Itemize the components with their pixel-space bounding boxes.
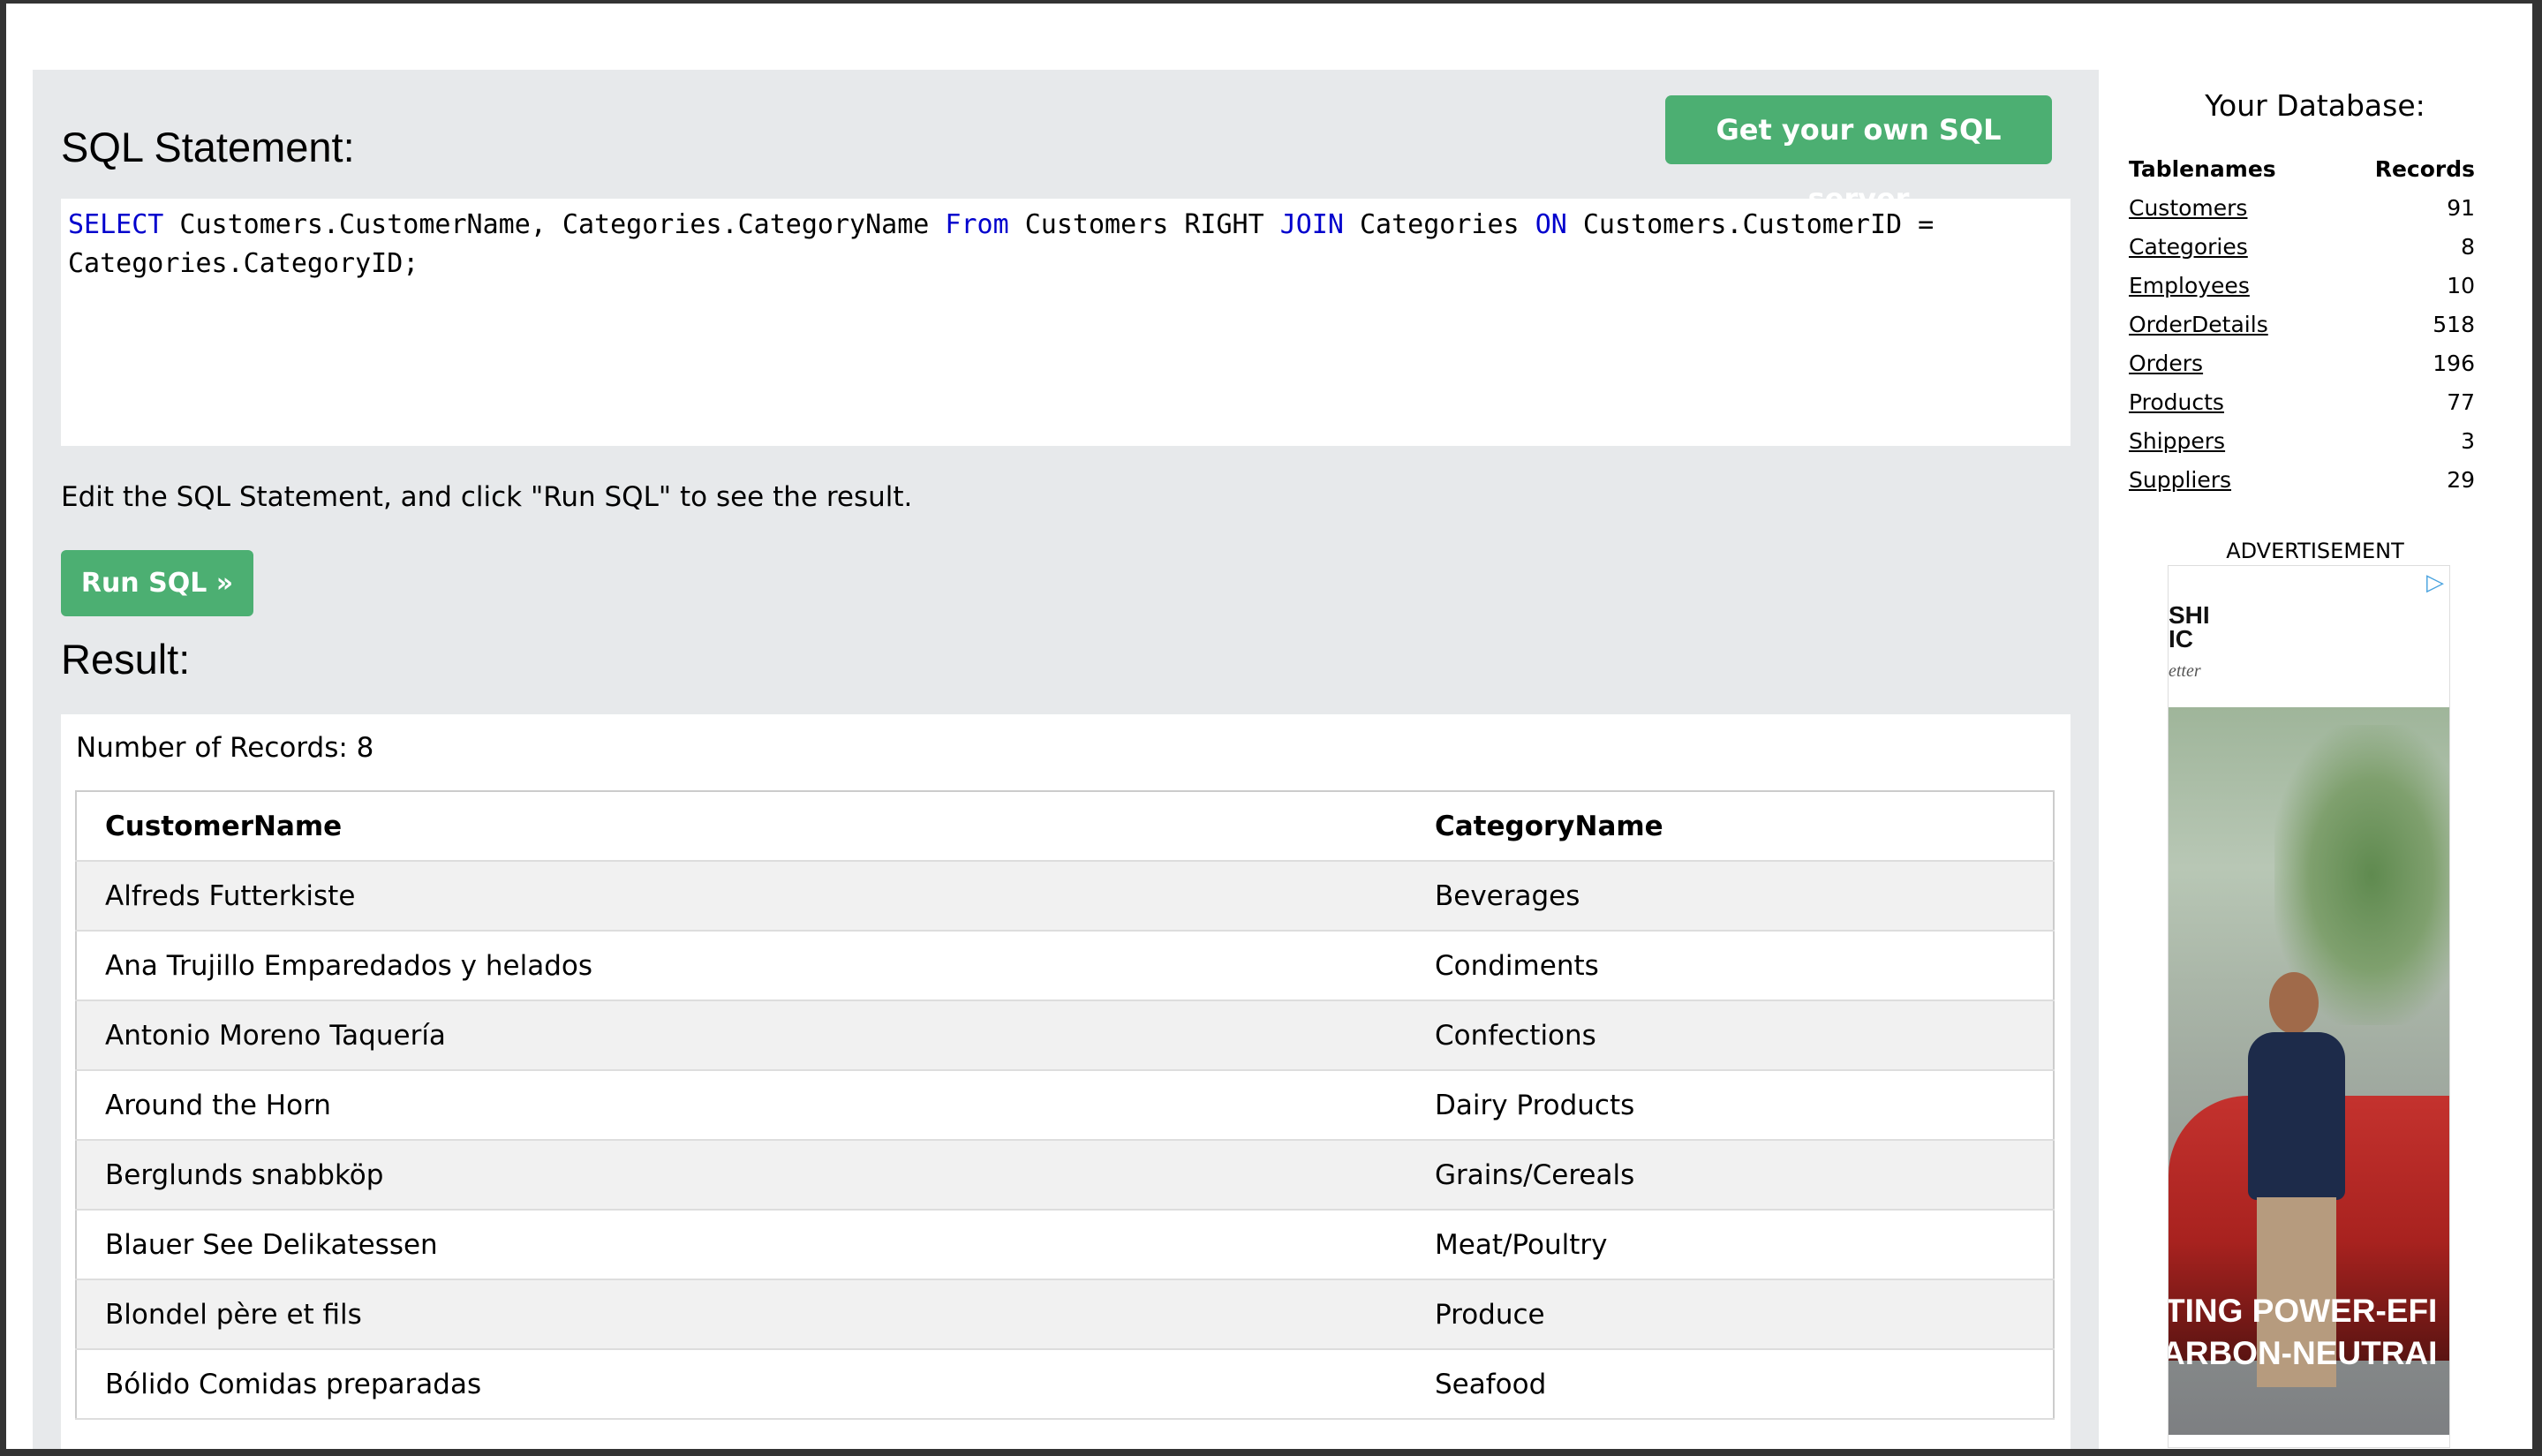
db-record-count: 77 — [2447, 389, 2475, 415]
column-header: CustomerName — [76, 791, 1407, 862]
run-sql-button[interactable]: Run SQL » — [61, 550, 253, 616]
db-table-row: Products 77 — [2129, 382, 2475, 421]
table-row: Alfreds Futterkiste Beverages — [76, 861, 2054, 932]
database-title: Your Database: — [2205, 88, 2425, 123]
get-sql-server-button[interactable]: Get your own SQL server — [1665, 95, 2052, 215]
table-cell: Condiments — [1407, 931, 2054, 1001]
table-cell: Around the Horn — [76, 1070, 1407, 1141]
advertisement-banner[interactable]: ▷ SHI IC etter TING POWER-EFI ARBON-NEUT… — [2168, 565, 2450, 1448]
database-tables-list: Tablenames Records Customers 91 Categorie… — [2129, 149, 2475, 499]
table-cell: Grains/Cereals — [1407, 1140, 2054, 1211]
records-header: Records — [2374, 155, 2475, 182]
db-record-count: 3 — [2461, 427, 2475, 454]
database-sidebar: Your Database: Tablenames Records Custom… — [2108, 4, 2523, 1449]
db-record-count: 8 — [2461, 233, 2475, 260]
db-table-row: OrderDetails 518 — [2129, 305, 2475, 343]
table-row: Blondel père et fils Produce — [76, 1279, 2054, 1350]
db-table-row: Categories 8 — [2129, 227, 2475, 266]
table-cell: Alfreds Futterkiste — [76, 861, 1407, 932]
ad-headline-line-1: SHI — [2169, 601, 2210, 629]
table-cell: Blauer See Delikatessen — [76, 1210, 1407, 1280]
table-cell: Beverages — [1407, 861, 2054, 932]
table-row: Around the Horn Dairy Products — [76, 1070, 2054, 1141]
table-row: Berglunds snabbköp Grains/Cereals — [76, 1140, 2054, 1211]
records-count: Number of Records: 8 — [76, 732, 374, 764]
advertisement-label: ADVERTISEMENT — [2226, 539, 2404, 563]
table-cell: Confections — [1407, 1000, 2054, 1071]
db-record-count: 518 — [2433, 311, 2475, 337]
db-record-count: 10 — [2447, 272, 2475, 298]
db-table-link-customers[interactable]: Customers — [2129, 195, 2247, 221]
table-cell: Bólido Comidas preparadas — [76, 1349, 1407, 1420]
db-record-count: 196 — [2433, 350, 2475, 376]
table-cell: Meat/Poultry — [1407, 1210, 2054, 1280]
db-table-row: Orders 196 — [2129, 343, 2475, 382]
sql-statement-heading: SQL Statement: — [61, 124, 355, 170]
sql-editor-panel: SQL Statement: Get your own SQL server S… — [33, 70, 2099, 1449]
db-table-row: Suppliers 29 — [2129, 460, 2475, 499]
tablenames-header: Tablenames — [2129, 155, 2276, 182]
db-record-count: 29 — [2447, 466, 2475, 493]
keyword-on: ON — [1535, 209, 1567, 240]
table-row: Blauer See Delikatessen Meat/Poultry — [76, 1210, 2054, 1280]
db-table-row: Shippers 3 — [2129, 421, 2475, 460]
table-row: Bólido Comidas preparadas Seafood — [76, 1349, 2054, 1420]
ad-slogan-line-1: TING POWER-EFI — [2168, 1293, 2438, 1329]
keyword-join: JOIN — [1279, 209, 1344, 240]
table-cell: Seafood — [1407, 1349, 2054, 1420]
db-table-row: Customers 91 — [2129, 188, 2475, 227]
keyword-select: SELECT — [68, 209, 164, 240]
sql-editor[interactable]: SELECT Customers.CustomerName, Categorie… — [61, 199, 2071, 446]
result-heading: Result: — [61, 636, 191, 683]
keyword-from: From — [945, 209, 1009, 240]
db-table-link-orderdetails[interactable]: OrderDetails — [2129, 312, 2268, 337]
browser-viewport: SQL Statement: Get your own SQL server S… — [6, 4, 2532, 1449]
table-cell: Berglunds snabbköp — [76, 1140, 1407, 1211]
db-table-link-suppliers[interactable]: Suppliers — [2129, 467, 2231, 493]
table-header-row: CustomerName CategoryName — [76, 791, 2054, 862]
db-table-link-products[interactable]: Products — [2129, 389, 2224, 415]
query-text-1: Customers.CustomerName, Categories.Categ… — [163, 209, 946, 240]
table-cell: Antonio Moreno Taquería — [76, 1000, 1407, 1071]
db-table-row: Employees 10 — [2129, 266, 2475, 305]
ad-slogan: TING POWER-EFI ARBON-NEUTRAI — [2168, 1290, 2449, 1375]
ad-person-shirt — [2248, 1032, 2345, 1200]
table-cell: Blondel père et fils — [76, 1279, 1407, 1350]
ad-headline: SHI IC — [2169, 601, 2210, 653]
db-header-row: Tablenames Records — [2129, 149, 2475, 188]
query-text-2: Customers RIGHT — [1008, 209, 1280, 240]
instruction-text: Edit the SQL Statement, and click "Run S… — [61, 481, 913, 513]
db-table-link-orders[interactable]: Orders — [2129, 351, 2203, 376]
ad-person-head — [2269, 972, 2319, 1034]
table-cell: Dairy Products — [1407, 1070, 2054, 1141]
column-header: CategoryName — [1407, 791, 2054, 862]
table-row: Ana Trujillo Emparedados y helados Condim… — [76, 931, 2054, 1001]
table-row: Antonio Moreno Taquería Confections — [76, 1000, 2054, 1071]
ad-choices-icon[interactable]: ▷ — [2426, 570, 2444, 596]
ad-tagline: etter — [2169, 661, 2201, 681]
ad-headline-line-2: IC — [2169, 625, 2193, 653]
db-table-link-shippers[interactable]: Shippers — [2129, 428, 2225, 454]
db-table-link-employees[interactable]: Employees — [2129, 273, 2250, 298]
query-text-3: Categories — [1343, 209, 1535, 240]
db-record-count: 91 — [2447, 194, 2475, 221]
result-table: CustomerName CategoryName Alfreds Futter… — [75, 790, 2055, 1420]
db-table-link-categories[interactable]: Categories — [2129, 234, 2248, 260]
table-cell: Produce — [1407, 1279, 2054, 1350]
ad-slogan-line-2: ARBON-NEUTRAI — [2168, 1335, 2438, 1371]
result-container: Number of Records: 8 CustomerName Catego… — [61, 714, 2071, 1449]
table-cell: Ana Trujillo Emparedados y helados — [76, 931, 1407, 1001]
